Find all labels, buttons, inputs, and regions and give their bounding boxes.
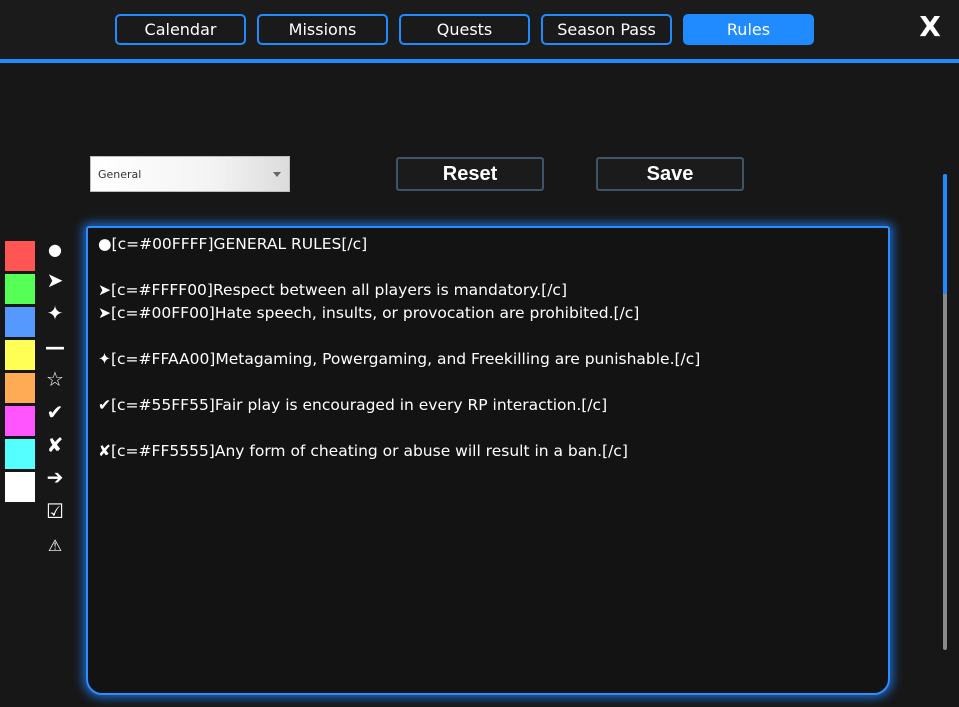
- editor-line: ➤[c=#00FF00]Hate speech, insults, or pro…: [98, 304, 640, 322]
- color-swatch-red[interactable]: [5, 241, 35, 271]
- reset-button[interactable]: Reset: [396, 157, 544, 191]
- top-navigation-bar: Calendar Missions Quests Season Pass Rul…: [0, 0, 959, 60]
- color-swatch-green[interactable]: [5, 274, 35, 304]
- color-swatch-white[interactable]: [5, 472, 35, 502]
- editor-line: ➤[c=#FFFF00]Respect between all players …: [98, 281, 567, 299]
- color-swatch-yellow[interactable]: [5, 340, 35, 370]
- four-point-star-icon[interactable]: ✦: [41, 299, 69, 327]
- arrowhead-icon[interactable]: ➤: [41, 266, 69, 294]
- tab-missions[interactable]: Missions: [257, 14, 388, 45]
- tab-calendar[interactable]: Calendar: [115, 14, 246, 45]
- bullet-icon[interactable]: ●: [41, 235, 69, 263]
- tab-rules[interactable]: Rules: [683, 14, 814, 45]
- close-button[interactable]: X: [917, 10, 943, 43]
- rules-text-editor[interactable]: ●[c=#00FFFF]GENERAL RULES[/c] ➤[c=#FFFF0…: [86, 226, 890, 695]
- color-swatch-cyan[interactable]: [5, 439, 35, 469]
- color-swatch-magenta[interactable]: [5, 406, 35, 436]
- editor-line: ✘[c=#FF5555]Any form of cheating or abus…: [98, 442, 628, 460]
- editor-line: ✦[c=#FFAA00]Metagaming, Powergaming, and…: [98, 350, 701, 368]
- cross-icon[interactable]: ✘: [41, 431, 69, 459]
- star-outline-icon[interactable]: ☆: [41, 365, 69, 393]
- category-select[interactable]: General: [90, 156, 290, 192]
- arrow-right-icon[interactable]: ➔: [41, 463, 69, 491]
- header-divider: [0, 59, 959, 63]
- save-button[interactable]: Save: [596, 157, 744, 191]
- tab-season-pass[interactable]: Season Pass: [541, 14, 672, 45]
- color-swatch-orange[interactable]: [5, 373, 35, 403]
- tab-quests[interactable]: Quests: [399, 14, 530, 45]
- check-icon[interactable]: ✔: [41, 398, 69, 426]
- chevron-down-icon: [273, 172, 281, 177]
- dash-icon[interactable]: —: [41, 333, 69, 361]
- category-select-value: General: [98, 167, 142, 181]
- rules-editor-window: Calendar Missions Quests Season Pass Rul…: [0, 0, 959, 707]
- editor-line: ✔[c=#55FF55]Fair play is encouraged in e…: [98, 396, 608, 414]
- color-swatch-blue[interactable]: [5, 307, 35, 337]
- scrollbar-thumb[interactable]: [943, 174, 947, 294]
- checkbox-icon[interactable]: ☑: [41, 497, 69, 525]
- editor-line: ●[c=#00FFFF]GENERAL RULES[/c]: [98, 235, 368, 253]
- warning-icon[interactable]: ⚠: [41, 531, 69, 559]
